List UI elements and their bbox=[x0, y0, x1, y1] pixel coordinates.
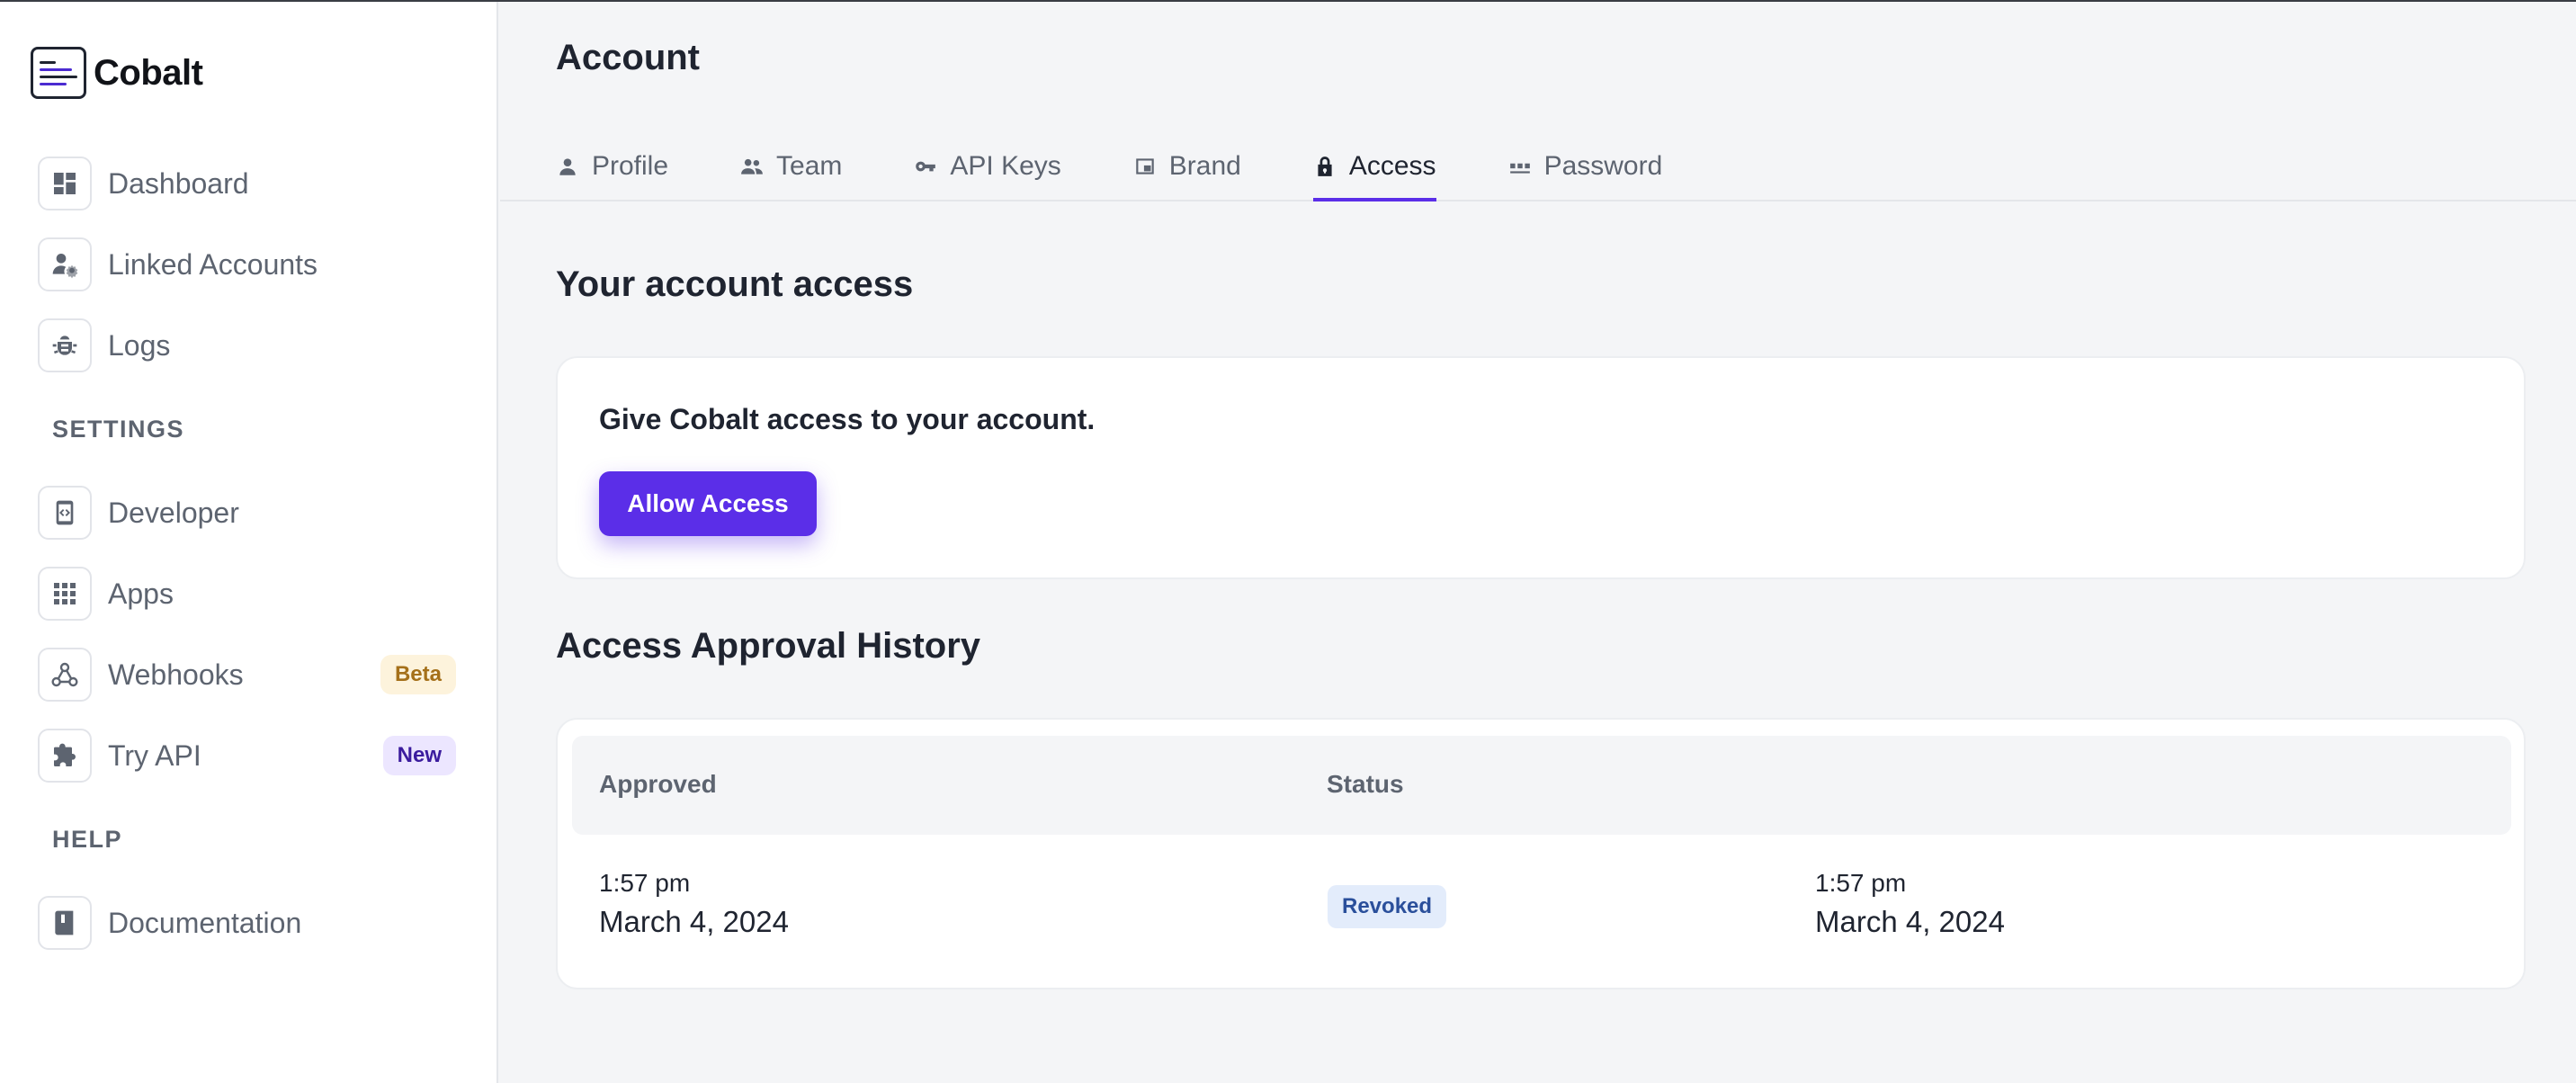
history-heading: Access Approval History bbox=[556, 626, 981, 666]
tab-label: Access bbox=[1348, 151, 1436, 181]
sidebar-item-label: Documentation bbox=[108, 906, 302, 939]
team-icon bbox=[741, 158, 763, 175]
column-header-approved: Approved bbox=[599, 770, 717, 798]
sidebar-item-label: Try API bbox=[108, 738, 201, 772]
sidebar-item-label: Developer bbox=[108, 496, 239, 529]
tab-label: Profile bbox=[592, 151, 669, 181]
tab-label: Password bbox=[1543, 151, 1663, 181]
tab-brand[interactable]: Brand bbox=[1133, 133, 1241, 200]
cobalt-logo-icon bbox=[31, 47, 86, 99]
table-header: Approved Status bbox=[572, 736, 2511, 835]
access-description: Give Cobalt access to your account. bbox=[599, 403, 1096, 435]
brand-name: Cobalt bbox=[94, 52, 203, 93]
sidebar-item-label: Webhooks bbox=[108, 658, 244, 691]
puzzle-icon bbox=[38, 729, 92, 783]
sidebar-item-logs[interactable]: Logs bbox=[38, 318, 456, 372]
lock-icon bbox=[1318, 157, 1332, 176]
sidebar-item-documentation[interactable]: Documentation bbox=[38, 896, 456, 950]
tab-team[interactable]: Team bbox=[740, 133, 842, 200]
tab-profile[interactable]: Profile bbox=[556, 133, 668, 200]
book-icon bbox=[38, 896, 92, 950]
help-section-label: HELP bbox=[52, 826, 123, 853]
revoked-date: March 4, 2024 bbox=[1815, 905, 2005, 938]
status-badge: Revoked bbox=[1328, 885, 1447, 928]
sidebar-item-label: Apps bbox=[108, 577, 174, 610]
tab-api-keys[interactable]: API Keys bbox=[914, 133, 1061, 200]
sidebar-item-dashboard[interactable]: Dashboard bbox=[38, 157, 456, 210]
brand[interactable]: Cobalt bbox=[31, 47, 203, 99]
approved-time: 1:57 pm bbox=[599, 869, 691, 897]
sidebar: Cobalt Dashboard Linked Accounts Logs SE… bbox=[0, 2, 498, 1083]
key-icon bbox=[916, 161, 936, 172]
column-header-status: Status bbox=[1327, 770, 1404, 798]
user-gear-icon bbox=[38, 237, 92, 291]
new-badge: New bbox=[382, 736, 456, 775]
tab-label: Brand bbox=[1168, 151, 1241, 181]
allow-access-button[interactable]: Allow Access bbox=[599, 471, 817, 536]
tab-label: API Keys bbox=[950, 151, 1061, 181]
revoked-time: 1:57 pm bbox=[1815, 869, 1907, 897]
sidebar-item-linked-accounts[interactable]: Linked Accounts bbox=[38, 237, 456, 291]
webhook-icon bbox=[38, 648, 92, 702]
page-title: Account bbox=[556, 38, 700, 77]
sidebar-item-apps[interactable]: Apps bbox=[38, 567, 456, 621]
person-icon bbox=[559, 158, 576, 175]
sidebar-item-label: Linked Accounts bbox=[108, 247, 318, 281]
password-dots-icon bbox=[1509, 163, 1530, 174]
sidebar-item-label: Logs bbox=[108, 328, 171, 362]
page-header: Account Profile Team API Keys Brand Acce… bbox=[500, 2, 2576, 201]
table-row: 1:57 pm March 4, 2024 Revoked 1:57 pm Ma… bbox=[558, 846, 2527, 971]
tab-access[interactable]: Access bbox=[1312, 133, 1436, 201]
sidebar-item-webhooks[interactable]: Webhooks Beta bbox=[38, 648, 456, 702]
sidebar-item-label: Dashboard bbox=[108, 166, 249, 200]
tab-password[interactable]: Password bbox=[1508, 133, 1663, 200]
access-history-table: Approved Status 1:57 pm March 4, 2024 Re… bbox=[556, 718, 2526, 989]
account-tabs: Profile Team API Keys Brand Access Passw… bbox=[556, 133, 1734, 201]
dashboard-icon bbox=[38, 157, 92, 210]
settings-section-label: SETTINGS bbox=[52, 416, 185, 443]
developer-icon bbox=[38, 486, 92, 540]
sidebar-item-try-api[interactable]: Try API New bbox=[38, 729, 456, 783]
tab-label: Team bbox=[776, 151, 843, 181]
sidebar-item-developer[interactable]: Developer bbox=[38, 486, 456, 540]
brand-icon bbox=[1136, 158, 1154, 175]
bug-icon bbox=[38, 318, 92, 372]
approved-date: March 4, 2024 bbox=[599, 905, 789, 938]
access-card: Give Cobalt access to your account. Allo… bbox=[556, 356, 2526, 579]
apps-grid-icon bbox=[38, 567, 92, 621]
access-heading: Your account access bbox=[556, 264, 914, 304]
beta-badge: Beta bbox=[380, 655, 456, 694]
